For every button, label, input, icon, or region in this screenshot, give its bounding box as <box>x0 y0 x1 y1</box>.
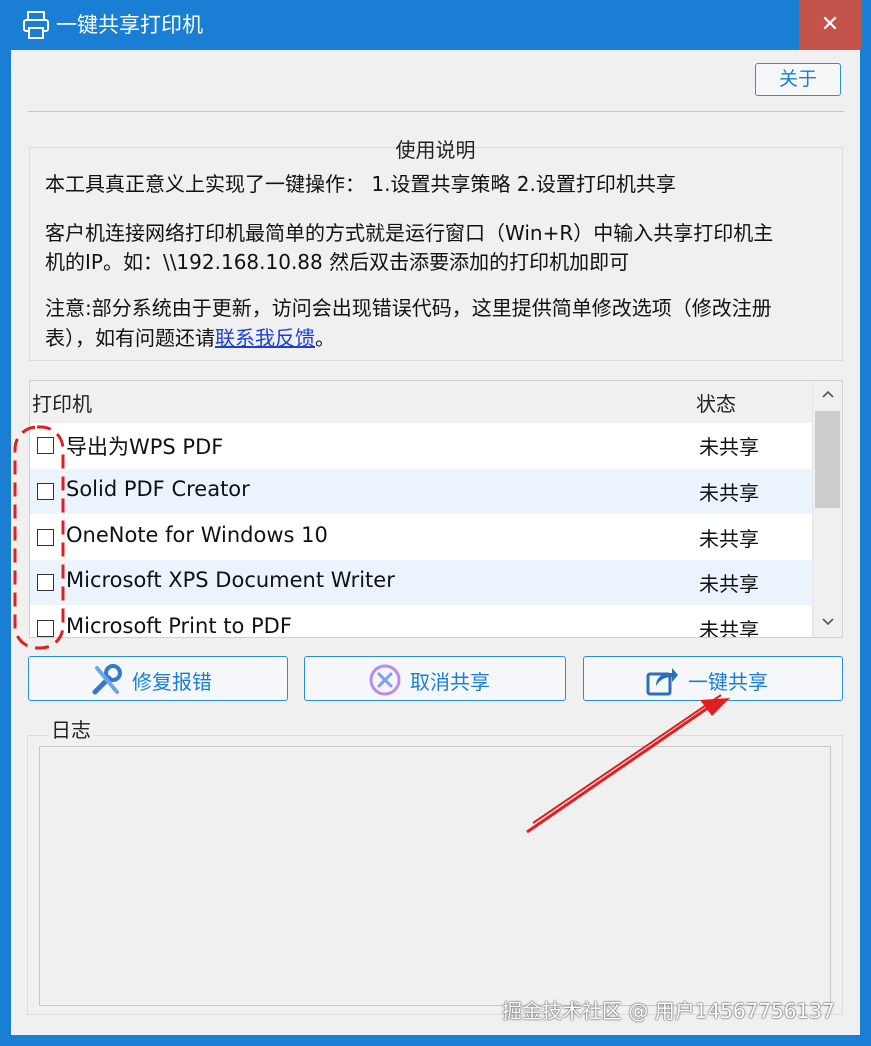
printer-checkbox[interactable] <box>37 483 54 500</box>
divider <box>28 111 844 112</box>
usage-line-3b-suffix: 。 <box>315 326 335 350</box>
printer-status: 未共享 <box>699 572 759 596</box>
cancel-share-button[interactable]: 取消共享 <box>304 656 566 701</box>
repair-button[interactable]: 修复报错 <box>28 656 288 701</box>
printer-name: Microsoft XPS Document Writer <box>66 568 395 592</box>
printer-name: Solid PDF Creator <box>66 477 250 501</box>
title-bar[interactable]: 一键共享打印机 ✕ <box>0 0 871 50</box>
usage-line-3b: 表），如有问题还请联系我反馈。 <box>45 323 335 353</box>
window-title: 一键共享打印机 <box>56 13 203 37</box>
usage-line-3a: 注意:部分系统由于更新，访问会出现错误代码，这里提供简单修改选项（修改注册 <box>45 296 772 320</box>
printer-status: 未共享 <box>699 481 759 505</box>
printer-name: Microsoft Print to PDF <box>66 614 292 638</box>
wrench-icon <box>92 664 122 695</box>
chevron-up-icon[interactable] <box>813 381 842 409</box>
cancel-circle-icon <box>369 664 401 696</box>
printer-row[interactable]: Microsoft Print to PDF 未共享 <box>30 606 812 638</box>
printer-name: 导出为WPS PDF <box>66 435 224 459</box>
printer-checkbox[interactable] <box>37 529 54 546</box>
repair-button-label: 修复报错 <box>132 670 212 694</box>
printer-row[interactable]: Microsoft XPS Document Writer 未共享 <box>30 560 812 605</box>
client-area: 关于 使用说明 本工具真正意义上实现了一键操作： 1.设置共享策略 2.设置打印… <box>11 50 860 1035</box>
printer-status: 未共享 <box>699 435 759 459</box>
printer-checkbox[interactable] <box>37 574 54 591</box>
chevron-down-icon[interactable] <box>813 609 842 637</box>
usage-line-2a: 客户机连接网络打印机最简单的方式就是运行窗口（Win+R）中输入共享打印机主 <box>45 221 774 245</box>
usage-line-2b: 机的IP。如：\\192.168.10.88 然后双击添要添加的打印机加即可 <box>45 250 630 274</box>
usage-line-3b-prefix: 表），如有问题还请 <box>45 326 215 350</box>
column-header-printer[interactable]: 打印机 <box>32 388 92 417</box>
close-icon: ✕ <box>820 12 840 37</box>
list-scrollbar[interactable] <box>812 381 842 637</box>
app-window: 一键共享打印机 ✕ 关于 使用说明 本工具真正意义上实现了一键操作： 1.设置共… <box>0 0 871 1046</box>
usage-title: 使用说明 <box>395 138 476 162</box>
printer-checkbox[interactable] <box>37 437 54 454</box>
printer-row[interactable]: OneNote for Windows 10 未共享 <box>30 515 812 560</box>
one-click-share-button[interactable]: 一键共享 <box>583 656 843 701</box>
watermark: 掘金技术社区 @ 用户14567756137 <box>502 999 835 1023</box>
log-label: 日志 <box>49 714 93 743</box>
printer-list: 打印机 状态 导出为WPS PDF 未共享 Solid PDF Creator … <box>29 380 843 638</box>
close-button[interactable]: ✕ <box>799 0 861 50</box>
printer-status: 未共享 <box>699 527 759 551</box>
printer-icon <box>23 11 49 39</box>
printer-name: OneNote for Windows 10 <box>66 523 328 547</box>
about-button[interactable]: 关于 <box>755 63 841 96</box>
printer-status: 未共享 <box>699 618 759 638</box>
cancel-share-label: 取消共享 <box>410 670 490 694</box>
printer-row[interactable]: 导出为WPS PDF 未共享 <box>30 423 812 468</box>
one-click-share-label: 一键共享 <box>688 670 768 694</box>
log-textbox[interactable] <box>39 746 831 1006</box>
list-header: 打印机 状态 <box>30 381 812 423</box>
printer-checkbox[interactable] <box>37 620 54 637</box>
feedback-link[interactable]: 联系我反馈 <box>215 326 315 350</box>
share-arrow-icon <box>646 668 678 696</box>
printer-row[interactable]: Solid PDF Creator 未共享 <box>30 469 812 514</box>
column-header-status[interactable]: 状态 <box>696 388 736 417</box>
usage-line-1: 本工具真正意义上实现了一键操作： 1.设置共享策略 2.设置打印机共享 <box>45 172 676 196</box>
scrollbar-thumb[interactable] <box>815 411 840 508</box>
